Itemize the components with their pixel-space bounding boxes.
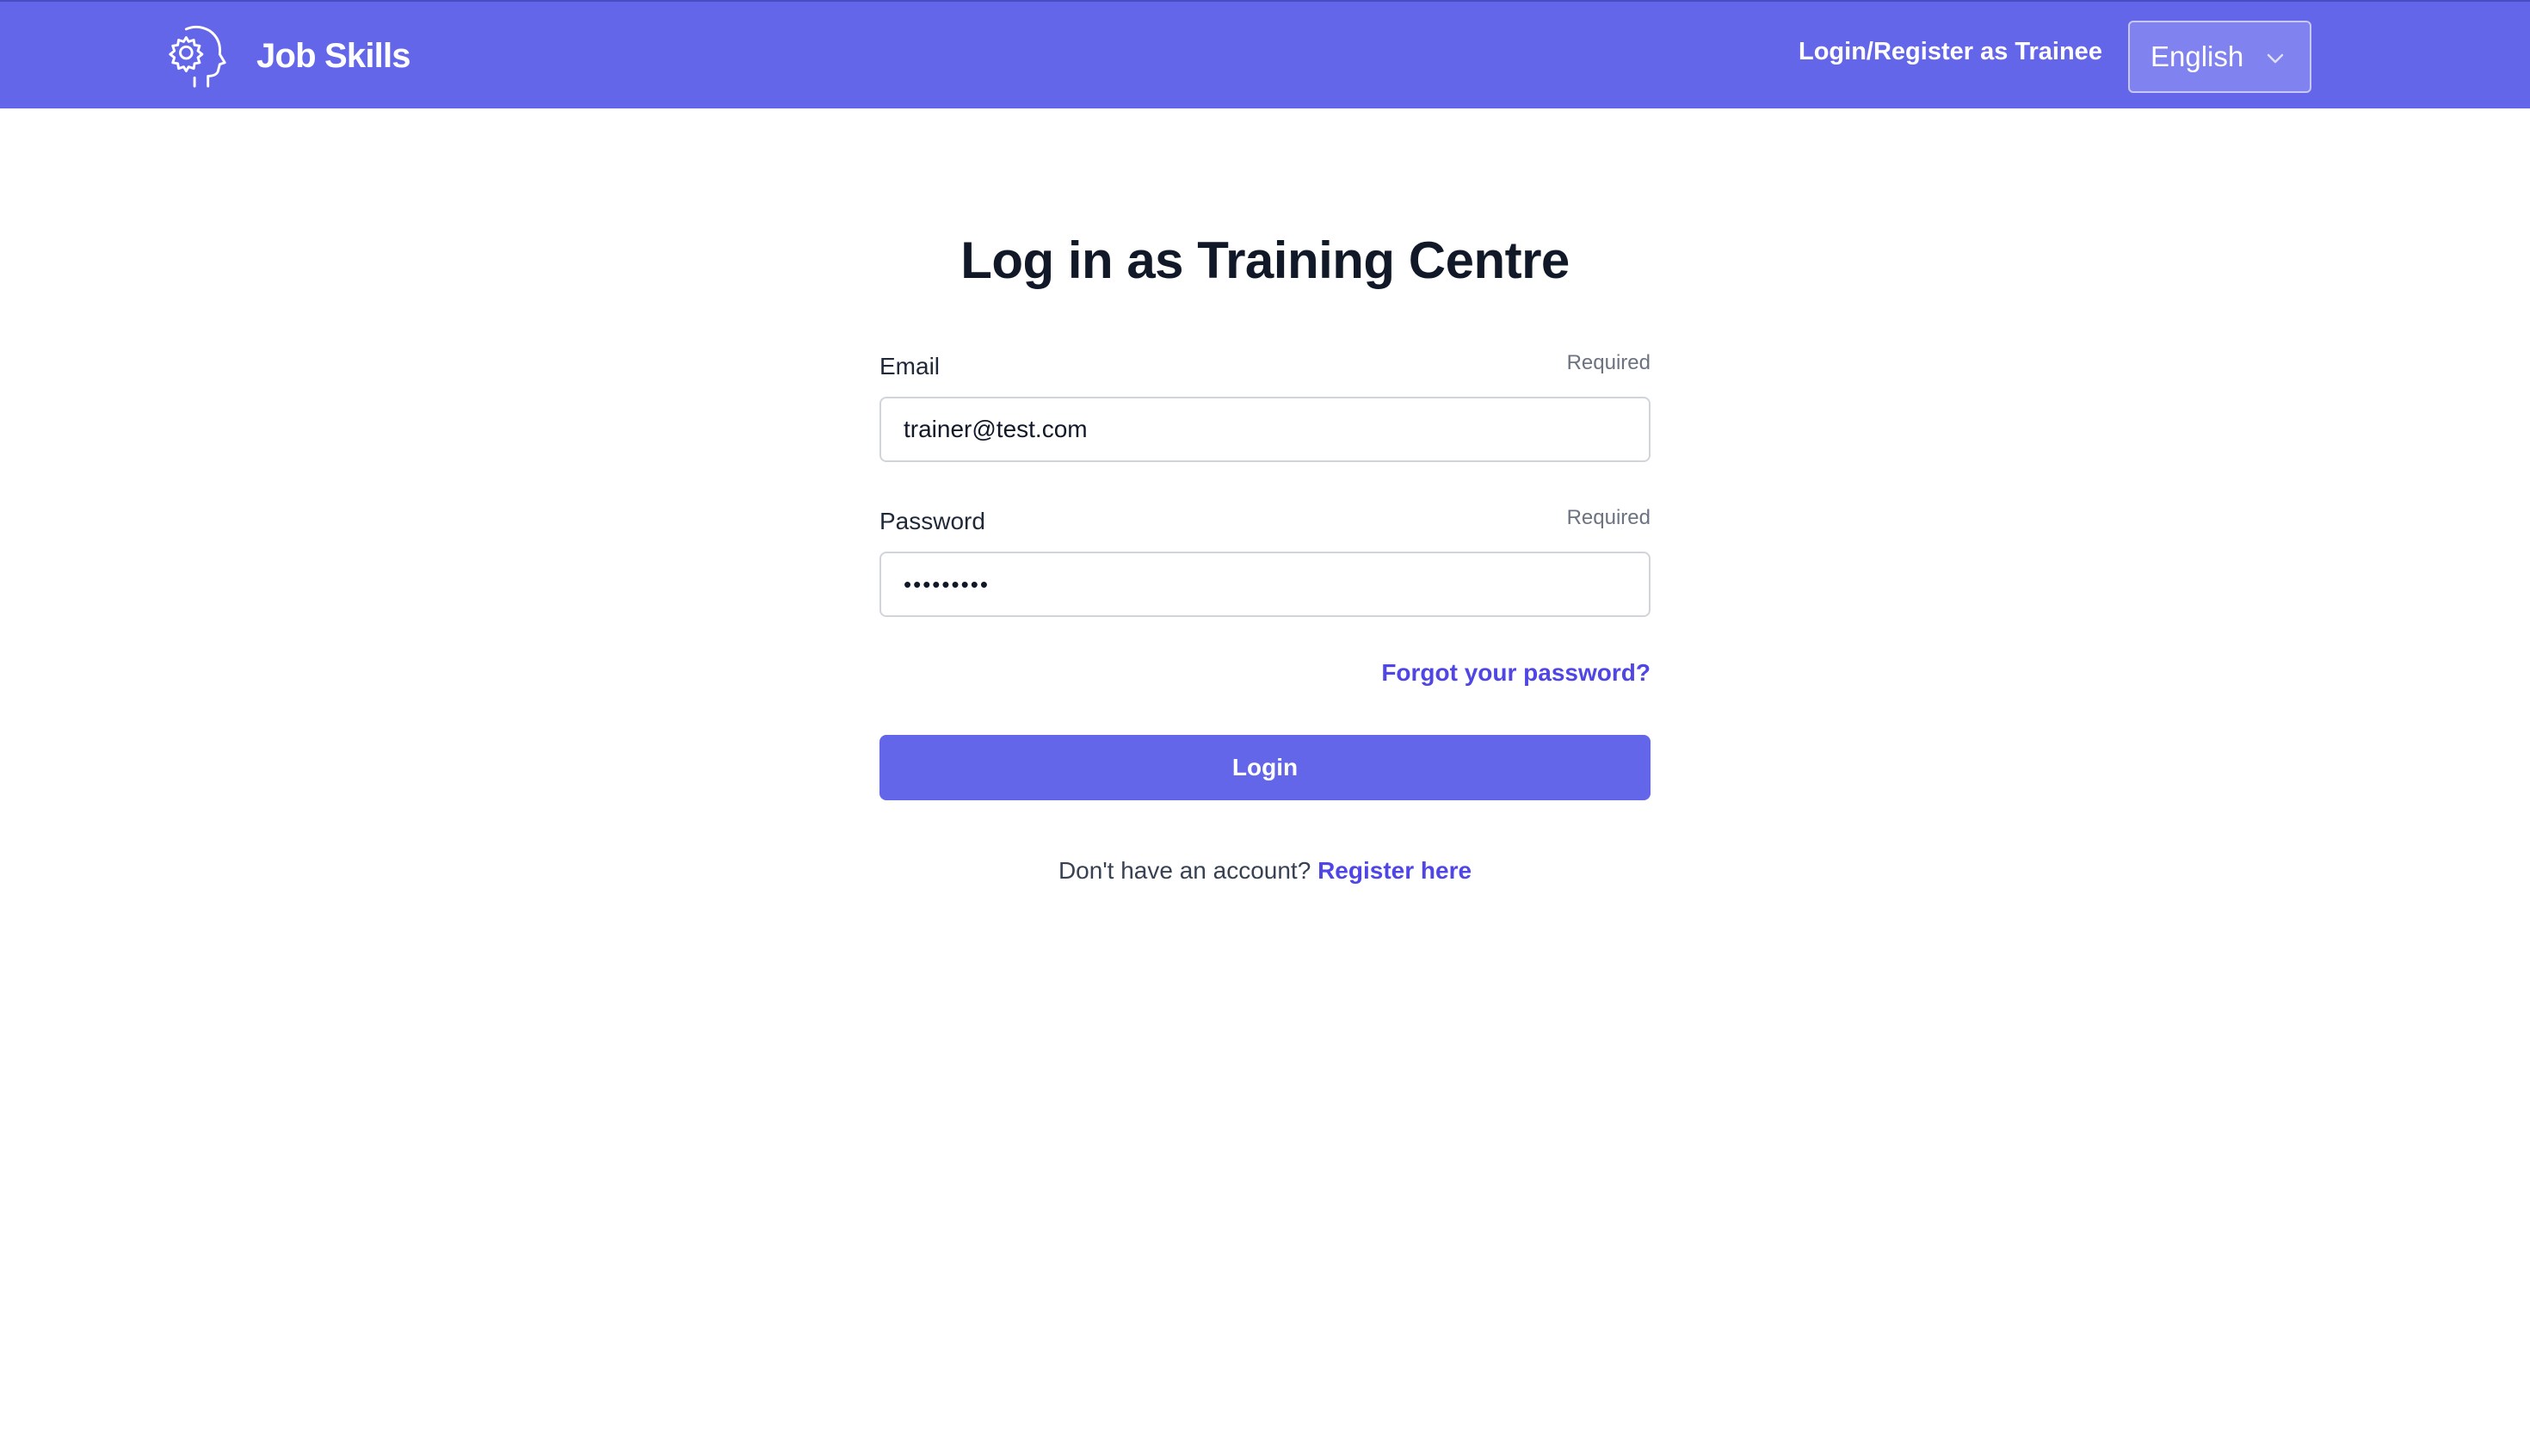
register-prompt-text: Don't have an account? [1058, 857, 1311, 884]
register-link[interactable]: Register here [1317, 857, 1472, 884]
top-navigation-bar: Job Skills Login/Register as Trainee Eng… [0, 0, 2530, 108]
register-prompt: Don't have an account? Register here [879, 857, 1651, 885]
password-label: Password [879, 508, 985, 534]
brand-home-link[interactable]: Job Skills [164, 22, 411, 89]
language-selected-value: English [2150, 40, 2244, 72]
password-field[interactable] [879, 552, 1651, 617]
password-required-hint: Required [1566, 506, 1651, 529]
email-field[interactable] [879, 397, 1651, 462]
email-required-hint: Required [1566, 351, 1651, 374]
brand-name: Job Skills [256, 36, 411, 75]
email-label: Email [879, 353, 941, 379]
page-title: Log in as Training Centre [960, 231, 1570, 289]
forgot-password-link[interactable]: Forgot your password? [1381, 659, 1651, 687]
language-select[interactable]: English [2128, 21, 2311, 93]
login-register-trainee-link[interactable]: Login/Register as Trainee [1799, 38, 2102, 66]
gear-head-icon [164, 22, 232, 89]
login-button[interactable]: Login [879, 735, 1651, 800]
chevron-down-icon [2265, 48, 2286, 69]
